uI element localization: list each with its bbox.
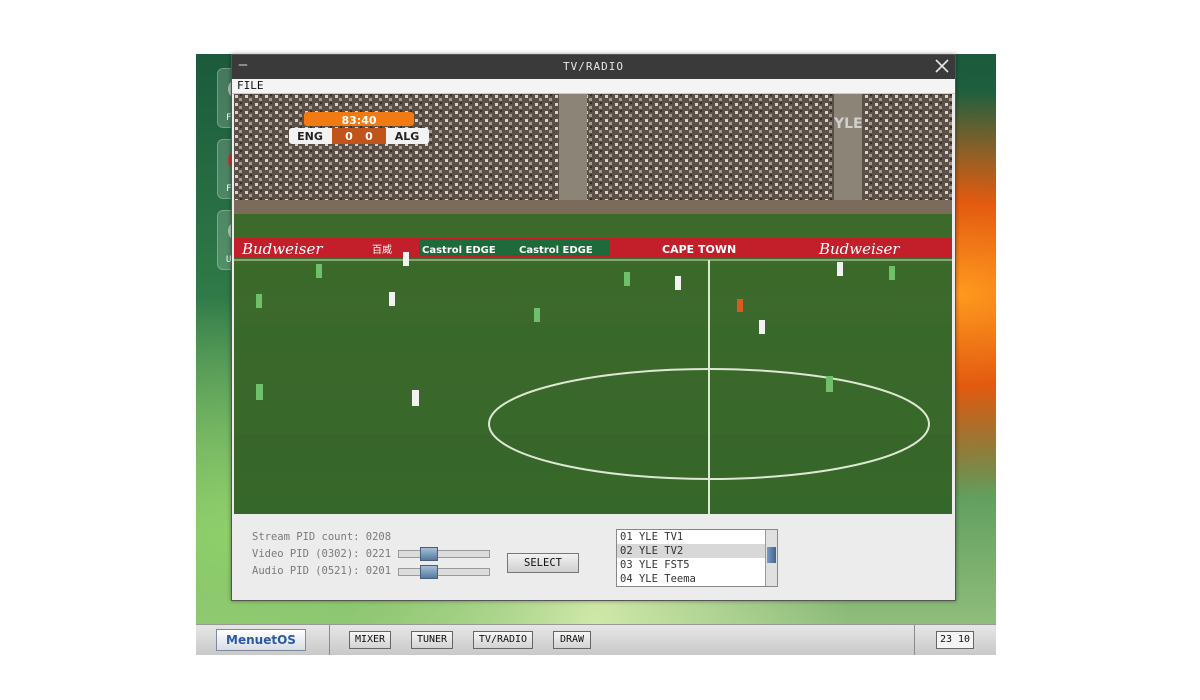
ad-text: Castrol EDGE bbox=[519, 245, 593, 256]
channel-item[interactable]: 01 YLE TV1 bbox=[617, 530, 768, 544]
video-pid-label: Video PID (0302): 0221 bbox=[252, 548, 392, 560]
taskbar-mixer-button[interactable]: MIXER bbox=[349, 631, 391, 649]
channel-logo: YLE bbox=[833, 116, 863, 132]
taskbar-divider bbox=[329, 625, 330, 655]
start-menu-button[interactable]: MenuetOS bbox=[216, 629, 306, 651]
menu-file[interactable]: FILE bbox=[237, 79, 264, 93]
taskbar-tuner-button[interactable]: TUNER bbox=[411, 631, 453, 649]
channel-item[interactable]: 04 YLE Teema bbox=[617, 572, 768, 586]
ad-text: CAPE TOWN bbox=[662, 243, 736, 256]
stream-pid-count: Stream PID count: 0208 bbox=[252, 531, 392, 543]
away-score: 0 bbox=[365, 130, 373, 143]
title-bar[interactable]: — TV/RADIO bbox=[232, 55, 955, 79]
tv-radio-window: — TV/RADIO FILE Budweiser 百威 Castrol EDG… bbox=[231, 54, 956, 601]
slider-knob[interactable] bbox=[420, 565, 438, 579]
scrollbar-thumb[interactable] bbox=[767, 547, 776, 563]
slider-track bbox=[398, 550, 490, 558]
home-team: ENG bbox=[297, 130, 323, 143]
wall bbox=[234, 200, 952, 214]
slider-track bbox=[398, 568, 490, 576]
away-team: ALG bbox=[395, 130, 420, 143]
taskbar-tv-radio-button[interactable]: TV/RADIO bbox=[473, 631, 533, 649]
window-title: TV/RADIO bbox=[563, 60, 624, 73]
match-time: 83:40 bbox=[341, 114, 376, 127]
taskbar-draw-button[interactable]: DRAW bbox=[553, 631, 591, 649]
ad-text: 百威 bbox=[372, 243, 392, 256]
list-scrollbar[interactable] bbox=[765, 530, 777, 586]
clock: 23 10 bbox=[936, 631, 974, 649]
slider-knob[interactable] bbox=[420, 547, 438, 561]
video-pid-slider[interactable] bbox=[398, 547, 490, 561]
channel-list[interactable]: 01 YLE TV1 02 YLE TV2 03 YLE FST5 04 YLE… bbox=[616, 529, 778, 587]
ad-text: Budweiser bbox=[818, 240, 900, 258]
select-button[interactable]: SELECT bbox=[507, 553, 579, 573]
close-icon[interactable] bbox=[933, 57, 951, 75]
scorebug: 83:40 ENG 0 0 ALG bbox=[289, 112, 429, 144]
channel-item[interactable]: 02 YLE TV2 bbox=[617, 544, 768, 558]
audio-pid-label: Audio PID (0521): 0201 bbox=[252, 565, 392, 577]
audio-pid-slider[interactable] bbox=[398, 565, 490, 579]
ad-text: Castrol EDGE bbox=[422, 245, 496, 256]
taskbar-divider bbox=[914, 625, 915, 655]
home-score: 0 bbox=[345, 130, 353, 143]
ad-text: Budweiser bbox=[241, 240, 323, 258]
control-panel: Stream PID count: 0208 Video PID (0302):… bbox=[232, 515, 955, 600]
tv-frame: Budweiser 百威 Castrol EDGE Castrol EDGE C… bbox=[234, 94, 952, 514]
taskbar: MenuetOS MIXER TUNER TV/RADIO DRAW 23 10 bbox=[196, 624, 996, 655]
channel-item[interactable]: 03 YLE FST5 bbox=[617, 558, 768, 572]
stairs bbox=[834, 94, 862, 212]
stairs bbox=[559, 94, 587, 212]
menu-bar: FILE bbox=[232, 79, 955, 94]
video-view: Budweiser 百威 Castrol EDGE Castrol EDGE C… bbox=[234, 94, 952, 514]
